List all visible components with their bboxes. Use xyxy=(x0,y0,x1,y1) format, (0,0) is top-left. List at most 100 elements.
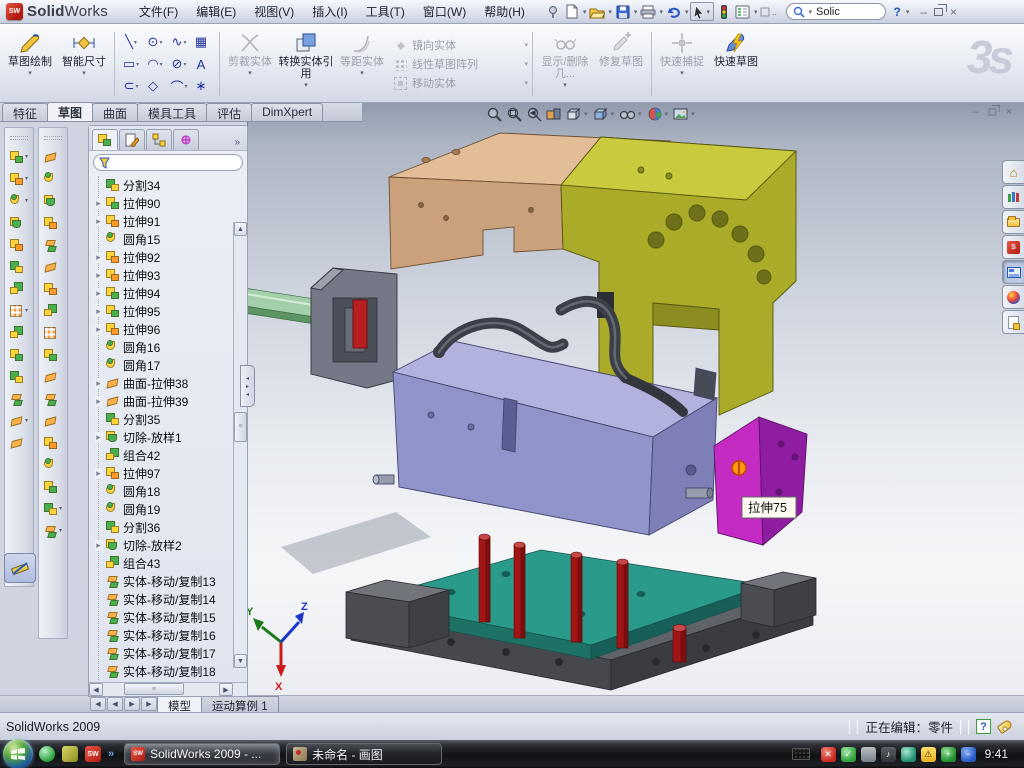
search-scope-dropdown[interactable]: ▾ xyxy=(808,8,814,16)
toolbar-grip[interactable] xyxy=(10,136,28,140)
tree-item[interactable]: ▸ 圆角16 xyxy=(99,338,247,356)
hide-show-items-icon[interactable]: ▾ xyxy=(619,107,643,121)
convert-entities-button[interactable]: 转换实体引用 ▾ xyxy=(278,28,334,100)
panel-splitter-handle[interactable]: ◂▸◂ xyxy=(240,365,255,407)
repair-sketch-button[interactable]: 修复草图 xyxy=(595,28,647,100)
undo-dropdown[interactable]: ▾ xyxy=(684,8,690,16)
select-tool[interactable]: ▾ xyxy=(690,2,714,21)
menu-item[interactable]: 编辑(E) xyxy=(187,0,245,23)
resources-tab[interactable]: ⌂ xyxy=(1002,160,1024,184)
solidworks-shortcut-icon[interactable]: SW xyxy=(85,746,101,762)
tray-icon[interactable]: ⚠ xyxy=(921,747,936,762)
taskbar-button[interactable]: SW SolidWorks 2009 - ... xyxy=(124,743,280,765)
surface-tool-button[interactable]: ▾ xyxy=(44,325,62,340)
mold-tool-button[interactable]: ▾ xyxy=(10,215,28,230)
surface-tool-button[interactable]: ▾ xyxy=(44,435,62,450)
surface-tool-button[interactable]: ▾ xyxy=(44,413,62,428)
tree-item[interactable]: ▸ 拉伸94 xyxy=(99,284,247,302)
toolbar-overflow-icon[interactable]: .. xyxy=(760,3,778,21)
expand-arrow-icon[interactable]: ▸ xyxy=(94,324,103,335)
keyboard-layout-icon[interactable] xyxy=(792,748,810,760)
section-view-icon[interactable] xyxy=(546,106,562,122)
tree-item[interactable]: ▸ 圆角18 xyxy=(99,482,247,500)
tree-horizontal-scrollbar[interactable]: ◀ ≡ ▶ xyxy=(89,682,247,696)
search-input[interactable]: Solic xyxy=(816,6,840,18)
close-button[interactable]: × xyxy=(950,7,957,17)
configuration-manager-tab[interactable] xyxy=(146,129,172,150)
text-tool-icon[interactable]: A▾ xyxy=(191,53,215,75)
offset-entities-button[interactable]: 等距实体 ▾ xyxy=(336,28,388,100)
view-orientation-icon[interactable]: ▾ xyxy=(566,106,589,122)
menu-item[interactable]: 视图(V) xyxy=(245,0,303,23)
surface-tool-button[interactable]: ▾ xyxy=(44,303,62,318)
doc-close-button[interactable]: × xyxy=(1006,107,1012,117)
menu-item[interactable]: 帮助(H) xyxy=(475,0,534,23)
tree-item[interactable]: ▸ 实体-移动/复制18 xyxy=(99,662,247,680)
menu-item[interactable]: 工具(T) xyxy=(357,0,414,23)
help-dropdown[interactable]: ▾ xyxy=(905,8,911,16)
file-explorer-tab[interactable] xyxy=(1002,210,1024,234)
tray-icon[interactable]: − xyxy=(961,747,976,762)
tray-icon[interactable]: ✕ xyxy=(821,747,836,762)
print-dropdown[interactable]: ▾ xyxy=(658,8,664,16)
expand-arrow-icon[interactable]: ▸ xyxy=(94,306,103,317)
clock[interactable]: 9:41 xyxy=(981,747,1016,761)
custom-properties-tab[interactable] xyxy=(1002,310,1024,334)
surface-tool-button[interactable]: ▾ xyxy=(44,237,62,252)
scroll-thumb[interactable]: ≡ xyxy=(234,412,247,442)
property-manager-tab[interactable] xyxy=(119,129,145,150)
zoom-to-selection-icon[interactable] xyxy=(526,106,542,122)
scroll-down-button[interactable]: ▼ xyxy=(234,654,247,668)
command-tab[interactable]: 草图 xyxy=(47,102,93,121)
quick-tip-help-icon[interactable]: ? xyxy=(976,719,991,734)
filter-input[interactable] xyxy=(93,154,243,171)
sketch-dropdown[interactable]: ▾ xyxy=(28,69,32,77)
expand-arrow-icon[interactable]: ▸ xyxy=(94,216,103,227)
rapid-sketch-button[interactable]: 快速草图 xyxy=(710,28,762,100)
tree-item[interactable]: ▸ 拉伸97 xyxy=(99,464,247,482)
select-dropdown[interactable]: ▾ xyxy=(705,8,711,16)
mold-tool-button[interactable]: ▾ xyxy=(10,237,28,252)
measure-tool-button-pressed[interactable] xyxy=(4,553,36,583)
surface-tool-button[interactable]: ▾ xyxy=(44,457,62,472)
help-button[interactable]: ? xyxy=(888,5,903,19)
manager-tabs-more[interactable]: » xyxy=(230,137,244,150)
convert-dropdown[interactable]: ▾ xyxy=(304,81,308,89)
display-style-icon[interactable]: ▾ xyxy=(593,106,616,122)
expand-arrow-icon[interactable]: ▸ xyxy=(94,378,103,389)
mold-tool-button[interactable]: ▾ xyxy=(10,413,28,428)
mold-tool-button[interactable]: ▾ xyxy=(10,435,28,450)
surface-tool-button[interactable]: ▾ xyxy=(44,149,62,164)
tree-item[interactable]: ▸ 实体-移动/复制15 xyxy=(99,608,247,626)
options-dropdown[interactable]: ▾ xyxy=(753,8,759,16)
taskbar-button[interactable]: 未命名 - 画图 xyxy=(286,743,442,765)
prev-tab-button[interactable]: ◀ xyxy=(107,697,123,711)
mold-tool-button[interactable]: ▾ xyxy=(10,347,28,362)
menu-item[interactable]: 插入(I) xyxy=(303,0,356,23)
save-icon[interactable] xyxy=(614,3,632,21)
tree-item[interactable]: ▸ 实体-移动/复制16 xyxy=(99,626,247,644)
messenger-icon[interactable] xyxy=(39,746,55,762)
command-tab[interactable]: DimXpert xyxy=(251,103,323,121)
tree-vertical-scrollbar[interactable]: ▲ ≡ ▼ xyxy=(233,222,247,668)
tree-item[interactable]: ▸ 实体-移动/复制13 xyxy=(99,572,247,590)
mold-tool-button[interactable]: ▾ xyxy=(10,149,28,164)
tree-item[interactable]: ▸ 圆角17 xyxy=(99,356,247,374)
open-file-icon[interactable] xyxy=(588,3,606,21)
tray-icon[interactable] xyxy=(901,747,916,762)
command-tab[interactable]: 特征 xyxy=(2,103,48,121)
sketch-fillet-tool-icon[interactable]: ⌒▾ xyxy=(167,75,191,97)
trim-entities-button[interactable]: 剪裁实体 ▾ xyxy=(224,28,276,100)
doc-restore-button[interactable] xyxy=(988,109,996,116)
tree-item[interactable]: ▸ 圆角19 xyxy=(99,500,247,518)
mold-tool-button[interactable]: ▾ xyxy=(10,325,28,340)
area-hatch-tool-icon[interactable]: ▦▾ xyxy=(191,31,215,53)
point-tool-icon[interactable]: ∗▾ xyxy=(191,75,215,97)
polygon-tool-icon[interactable]: ◇▾ xyxy=(143,75,167,97)
part-guide-rod[interactable] xyxy=(248,286,321,325)
surface-tool-button[interactable]: ▾ xyxy=(44,523,62,538)
tag-icon[interactable] xyxy=(997,719,1014,734)
arc-tool-icon[interactable]: ◠▾ xyxy=(143,53,167,75)
mold-tool-button[interactable]: ▾ xyxy=(10,193,28,208)
tree-item[interactable]: ▸ 曲面-拉伸38 xyxy=(99,374,247,392)
